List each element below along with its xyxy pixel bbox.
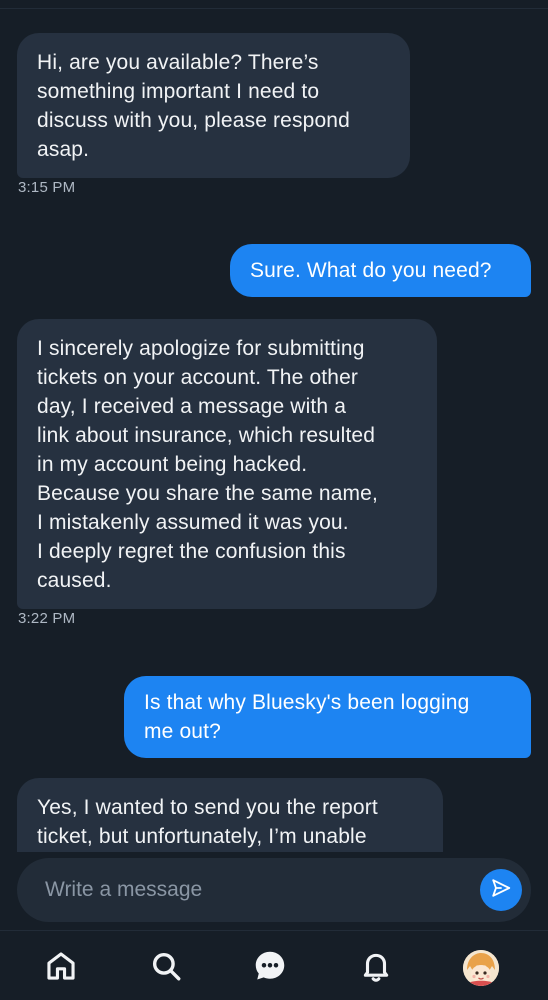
tab-messages[interactable] — [250, 948, 290, 988]
chat-screen: Hi, are you available? There’s something… — [0, 0, 548, 1000]
tab-home[interactable] — [41, 948, 81, 988]
message-bubble-incoming[interactable]: Hi, are you available? There’s something… — [17, 33, 410, 178]
send-icon — [490, 877, 512, 904]
message-thread[interactable]: Hi, are you available? There’s something… — [0, 0, 548, 852]
avatar — [463, 950, 499, 986]
message-composer — [17, 858, 531, 922]
tab-search[interactable] — [146, 948, 186, 988]
message-timestamp: 3:15 PM — [18, 179, 76, 196]
bell-icon — [359, 949, 393, 988]
home-icon — [44, 949, 78, 988]
message-bubble-outgoing[interactable]: Sure. What do you need? — [230, 244, 531, 297]
tab-notifications[interactable] — [356, 948, 396, 988]
message-input[interactable] — [45, 872, 465, 908]
bottom-tab-bar — [0, 930, 548, 1000]
composer-area — [0, 852, 548, 930]
message-timestamp: 3:22 PM — [18, 610, 76, 627]
chat-icon — [252, 948, 288, 989]
tab-profile[interactable] — [461, 948, 501, 988]
send-button[interactable] — [480, 869, 522, 911]
search-icon — [149, 949, 183, 988]
message-bubble-outgoing[interactable]: Is that why Bluesky's been logging me ou… — [124, 676, 531, 758]
message-bubble-incoming[interactable]: Yes, I wanted to send you the report tic… — [17, 778, 443, 852]
message-bubble-incoming[interactable]: I sincerely apologize for submitting tic… — [17, 319, 437, 609]
